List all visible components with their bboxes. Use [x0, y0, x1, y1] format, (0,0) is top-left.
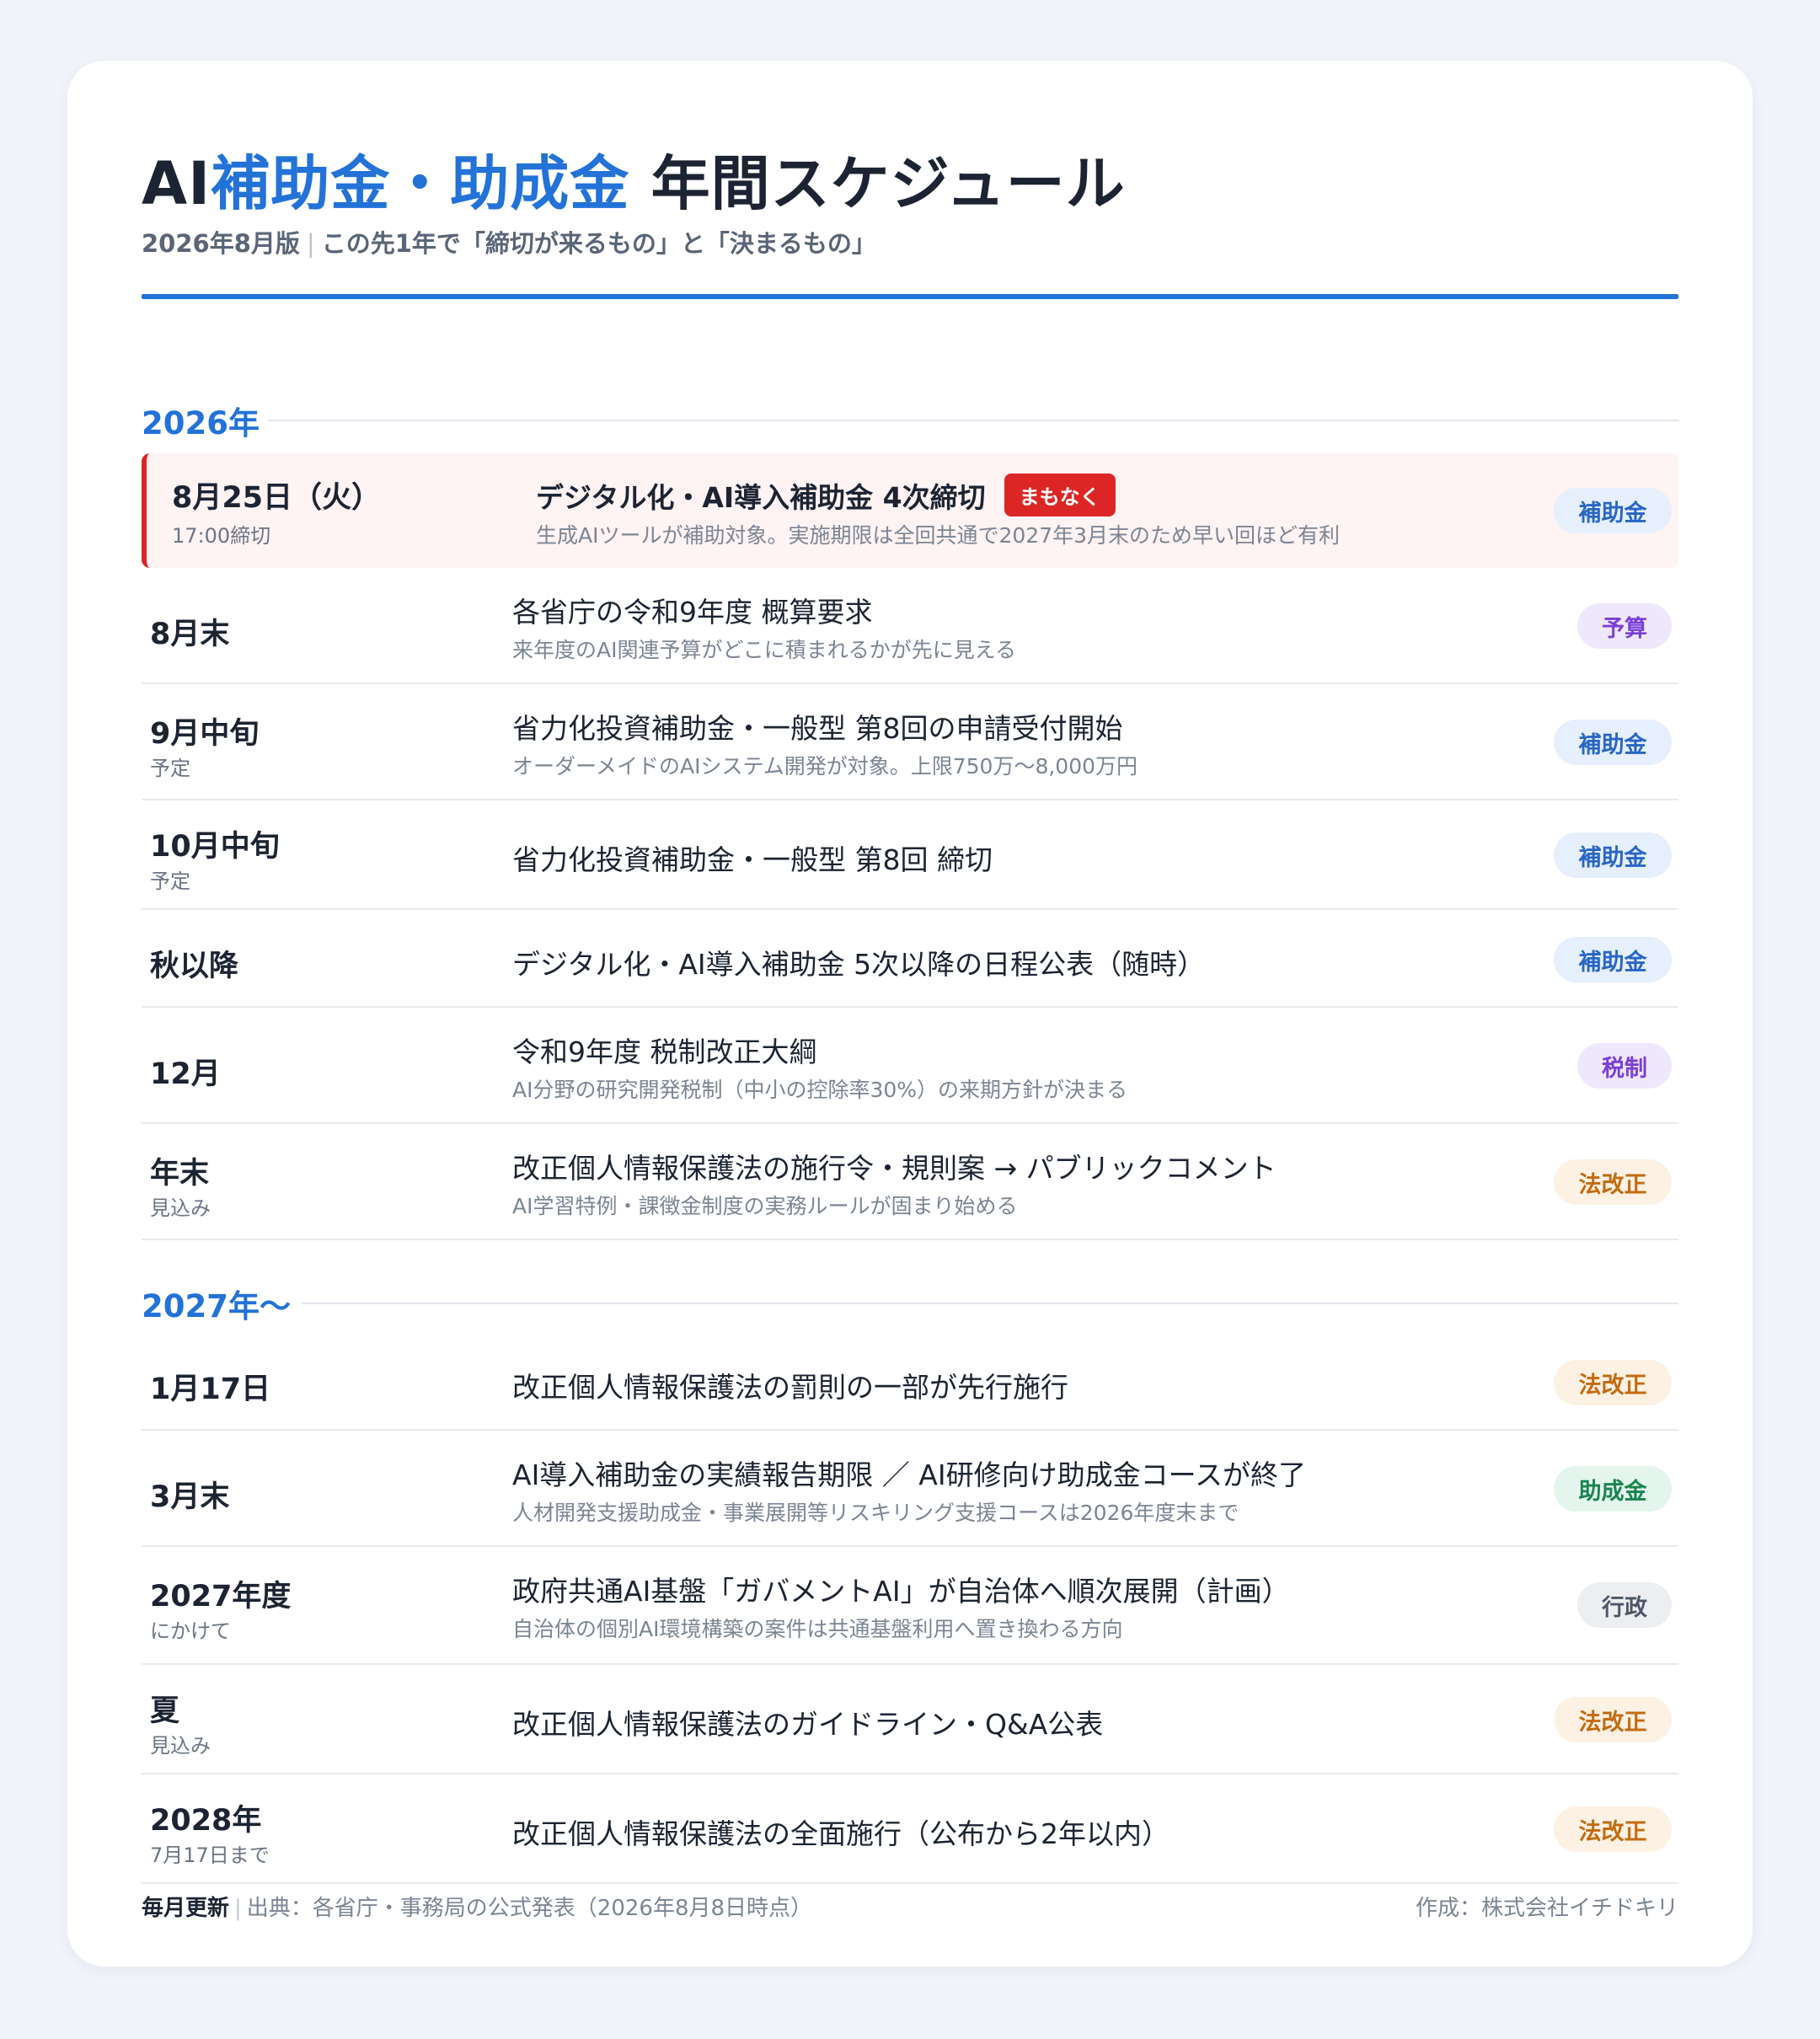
category-tag-subsidy: 補助金: [1554, 720, 1672, 765]
section-divider: [302, 1303, 1678, 1304]
schedule-row[interactable]: 2028年 7月17日まで 改正個人情報保護法の全面施行（公布から2年以内） 法…: [142, 1774, 1678, 1884]
row-event: デジタル化・AI導入補助金 5次以降の日程公表（随時）: [512, 948, 1206, 981]
row-description: 人材開発支援助成金・事業展開等リスキリング支援コースは2026年度末まで: [512, 1501, 1239, 1525]
footer-author: 作成：株式会社イチドキリ: [1415, 1896, 1678, 1921]
row-event: デジタル化・AI導入補助金 4次締切 まもなく: [536, 474, 1116, 516]
tagline: この先1年で「締切が来るもの」と「決まるもの」: [321, 229, 876, 258]
section-heading-2026: 2026年: [142, 405, 260, 442]
category-tag-law: 法改正: [1554, 1159, 1672, 1205]
row-date-sub: 見込み: [150, 1196, 211, 1220]
category-tag-law: 法改正: [1554, 1697, 1672, 1742]
row-event: 改正個人情報保護法の施行令・規則案 → パブリックコメント: [512, 1152, 1277, 1185]
schedule-card: AI補助金・助成金 年間スケジュール 2026年8月版 | この先1年で「締切が来る…: [67, 61, 1753, 1967]
row-date-sub: 予定: [150, 870, 190, 893]
row-description: オーダーメイドのAIシステム開発が対象。上限750万〜8,000万円: [512, 754, 1138, 779]
row-event: AI導入補助金の実績報告期限 ／ AI研修向け助成金コースが終了: [512, 1458, 1306, 1491]
row-date: 10月中旬: [150, 830, 280, 864]
row-description: AI分野の研究開発税制（中小の控除率30%）の来期方針が決まる: [512, 1078, 1128, 1102]
schedule-row[interactable]: 3月末 AI導入補助金の実績報告期限 ／ AI研修向け助成金コースが終了 人材開…: [142, 1431, 1678, 1547]
row-date: 秋以降: [150, 950, 239, 983]
update-frequency: 毎月更新: [142, 1896, 230, 1921]
row-date: 9月中旬: [150, 717, 260, 751]
row-event: 改正個人情報保護法の罰則の一部が先行施行: [512, 1371, 1068, 1404]
row-description: 生成AIツールが補助対象。実施期限は全回共通で2027年3月末のため早い回ほど有…: [536, 523, 1341, 548]
row-event: 省力化投資補助金・一般型 第8回の申請受付開始: [512, 712, 1123, 745]
category-tag-budget: 予算: [1577, 603, 1672, 649]
row-date-sub: 予定: [150, 757, 190, 780]
title-accent: 補助金・助成金: [211, 149, 630, 218]
category-tag-tax: 税制: [1577, 1043, 1672, 1089]
subtitle-separator: |: [306, 229, 315, 258]
row-event: 改正個人情報保護法のガイドライン・Q&A公表: [512, 1708, 1104, 1741]
row-event-text: デジタル化・AI導入補助金 4次締切: [536, 481, 986, 514]
row-event: 省力化投資補助金・一般型 第8回 締切: [512, 843, 993, 876]
schedule-row[interactable]: 2027年度 にかけて 政府共通AI基盤「ガバメントAI」が自治体へ順次展開（計…: [142, 1547, 1678, 1665]
row-event: 令和9年度 税制改正大綱: [512, 1036, 817, 1068]
row-date: 3月末: [150, 1480, 230, 1514]
row-date: 12月: [150, 1057, 221, 1091]
schedule-row[interactable]: 1月17日 改正個人情報保護法の罰則の一部が先行施行 法改正: [142, 1333, 1678, 1431]
row-date-sub: 7月17日まで: [150, 1844, 270, 1867]
edition-label: 2026年8月版: [142, 229, 300, 258]
urgent-badge: まもなく: [1004, 474, 1116, 516]
row-date: 2027年度: [150, 1580, 292, 1614]
category-tag-subsidy: 補助金: [1554, 832, 1672, 878]
row-date: 2028年: [150, 1804, 262, 1838]
schedule-row[interactable]: 12月 令和9年度 税制改正大綱 AI分野の研究開発税制（中小の控除率30%）の…: [142, 1008, 1678, 1124]
section-divider: [268, 420, 1678, 421]
footer-separator: |: [234, 1896, 242, 1921]
row-event: 政府共通AI基盤「ガバメントAI」が自治体へ順次展開（計画）: [512, 1575, 1290, 1608]
category-tag-grant: 助成金: [1554, 1466, 1672, 1512]
category-tag-subsidy: 補助金: [1554, 937, 1672, 982]
row-date: 夏: [150, 1694, 180, 1728]
schedule-row[interactable]: 年末 見込み 改正個人情報保護法の施行令・規則案 → パブリックコメント AI学…: [142, 1124, 1678, 1240]
category-tag-law: 法改正: [1554, 1360, 1672, 1405]
category-tag-admin: 行政: [1577, 1582, 1672, 1628]
row-date-sub: にかけて: [150, 1619, 231, 1643]
category-tag-law: 法改正: [1554, 1806, 1672, 1852]
row-date-sub: 17:00締切: [172, 524, 271, 548]
row-date: 年末: [150, 1157, 210, 1191]
header-rule: [142, 294, 1678, 299]
title-suffix: 年間スケジュール: [629, 149, 1126, 218]
row-description: AI学習特例・課徴金制度の実務ルールが固まり始める: [512, 1194, 1018, 1218]
schedule-row[interactable]: 秋以降 デジタル化・AI導入補助金 5次以降の日程公表（随時） 補助金: [142, 910, 1678, 1008]
category-tag-subsidy: 補助金: [1554, 488, 1672, 533]
row-description: 自治体の個別AI環境構築の案件は共通基盤利用へ置き換わる方向: [512, 1617, 1123, 1641]
row-date: 8月25日（火）: [172, 481, 382, 515]
row-event: 各省庁の令和9年度 概算要求: [512, 596, 873, 629]
schedule-row-highlight[interactable]: 8月25日（火） 17:00締切 デジタル化・AI導入補助金 4次締切 まもなく …: [142, 453, 1678, 568]
title-prefix: AI: [142, 149, 211, 218]
row-date-sub: 見込み: [150, 1734, 211, 1758]
page-subtitle: 2026年8月版 | この先1年で「締切が来るもの」と「決まるもの」: [142, 224, 876, 260]
schedule-row[interactable]: 10月中旬 予定 省力化投資補助金・一般型 第8回 締切 補助金: [142, 800, 1678, 910]
row-description: 来年度のAI関連予算がどこに積まれるかが先に見える: [512, 638, 1016, 662]
row-event: 改正個人情報保護法の全面施行（公布から2年以内）: [512, 1817, 1170, 1850]
schedule-row[interactable]: 9月中旬 予定 省力化投資補助金・一般型 第8回の申請受付開始 オーダーメイドの…: [142, 684, 1678, 800]
footer-source: 毎月更新 | 出典：各省庁・事務局の公式発表（2026年8月8日時点）: [142, 1891, 812, 1922]
section-heading-2027: 2027年〜: [142, 1288, 291, 1325]
row-date: 1月17日: [150, 1373, 271, 1406]
schedule-row[interactable]: 8月末 各省庁の令和9年度 概算要求 来年度のAI関連予算がどこに積まれるかが先…: [142, 568, 1678, 684]
source-text: 出典：各省庁・事務局の公式発表（2026年8月8日時点）: [246, 1896, 813, 1921]
schedule-row[interactable]: 夏 見込み 改正個人情報保護法のガイドライン・Q&A公表 法改正: [142, 1665, 1678, 1774]
page-title: AI補助金・助成金 年間スケジュール: [142, 136, 1126, 222]
row-date: 8月末: [150, 618, 230, 651]
